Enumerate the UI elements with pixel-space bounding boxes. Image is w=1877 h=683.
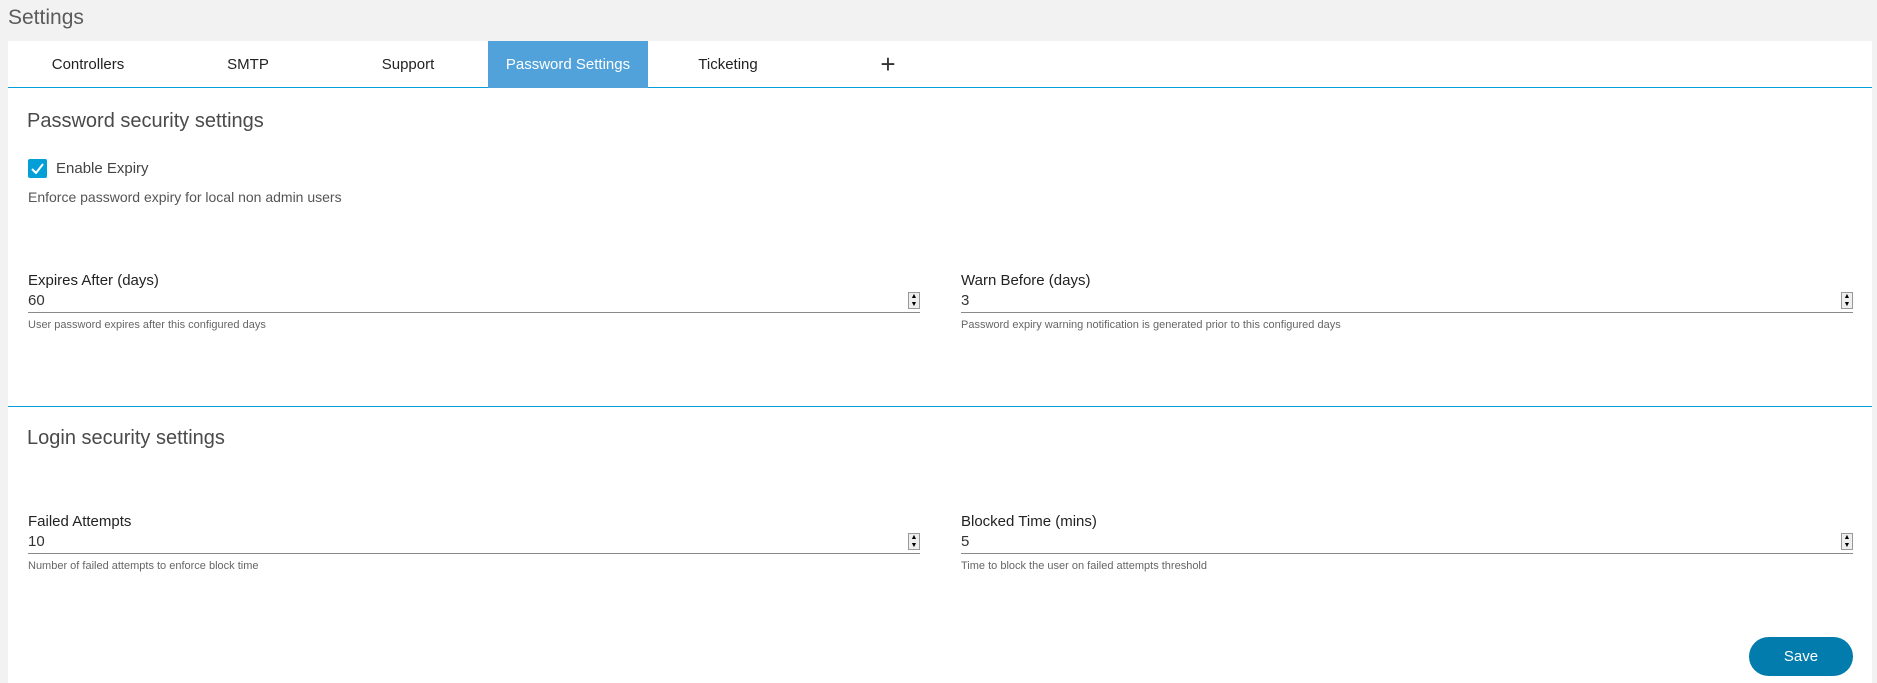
stepper-icon[interactable]: ▲ ▼ (908, 292, 920, 309)
section-divider (8, 406, 1872, 407)
warn-before-label: Warn Before (days) (961, 272, 1091, 289)
warn-before-help: Password expiry warning notification is … (961, 319, 1341, 331)
tab-smtp[interactable]: SMTP (168, 41, 328, 88)
tab-controllers[interactable]: Controllers (8, 41, 168, 88)
add-tab-button[interactable]: + (808, 41, 968, 88)
blocked-time-input[interactable]: 5 (961, 533, 969, 550)
blocked-time-help: Time to block the user on failed attempt… (961, 560, 1207, 572)
checkmark-icon[interactable] (28, 159, 47, 178)
warn-before-field: Warn Before (days) 3 ▲ ▼ Password expiry w… (961, 272, 1853, 331)
expires-after-help: User password expires after this configu… (28, 319, 266, 331)
tab-password-settings[interactable]: Password Settings (488, 41, 648, 88)
failed-attempts-field: Failed Attempts 10 ▲ ▼ Number of failed at… (28, 513, 920, 572)
stepper-icon[interactable]: ▲ ▼ (1841, 292, 1853, 309)
enable-expiry-label: Enable Expiry (56, 160, 149, 177)
tab-support[interactable]: Support (328, 41, 488, 88)
blocked-time-field: Blocked Time (mins) 5 ▲ ▼ Time to block th… (961, 513, 1853, 572)
warn-before-input[interactable]: 3 (961, 292, 969, 309)
failed-attempts-input[interactable]: 10 (28, 533, 45, 550)
page-title: Settings (8, 6, 84, 29)
expires-after-label: Expires After (days) (28, 272, 159, 289)
password-section-title: Password security settings (27, 110, 264, 132)
failed-attempts-help: Number of failed attempts to enforce blo… (28, 560, 259, 572)
tab-bar: Controllers SMTP Support Password Settin… (8, 41, 1872, 88)
stepper-icon[interactable]: ▲ ▼ (908, 533, 920, 550)
stepper-icon[interactable]: ▲ ▼ (1841, 533, 1853, 550)
expires-after-field: Expires After (days) 60 ▲ ▼ User password … (28, 272, 920, 331)
save-button[interactable]: Save (1749, 637, 1853, 676)
settings-card: Controllers SMTP Support Password Settin… (8, 41, 1872, 683)
tab-ticketing[interactable]: Ticketing (648, 41, 808, 88)
enable-expiry-checkbox[interactable]: Enable Expiry (28, 159, 149, 178)
blocked-time-label: Blocked Time (mins) (961, 513, 1097, 530)
failed-attempts-label: Failed Attempts (28, 513, 132, 530)
expires-after-input[interactable]: 60 (28, 292, 45, 309)
expiry-description: Enforce password expiry for local non ad… (28, 189, 342, 205)
login-section-title: Login security settings (27, 427, 225, 449)
